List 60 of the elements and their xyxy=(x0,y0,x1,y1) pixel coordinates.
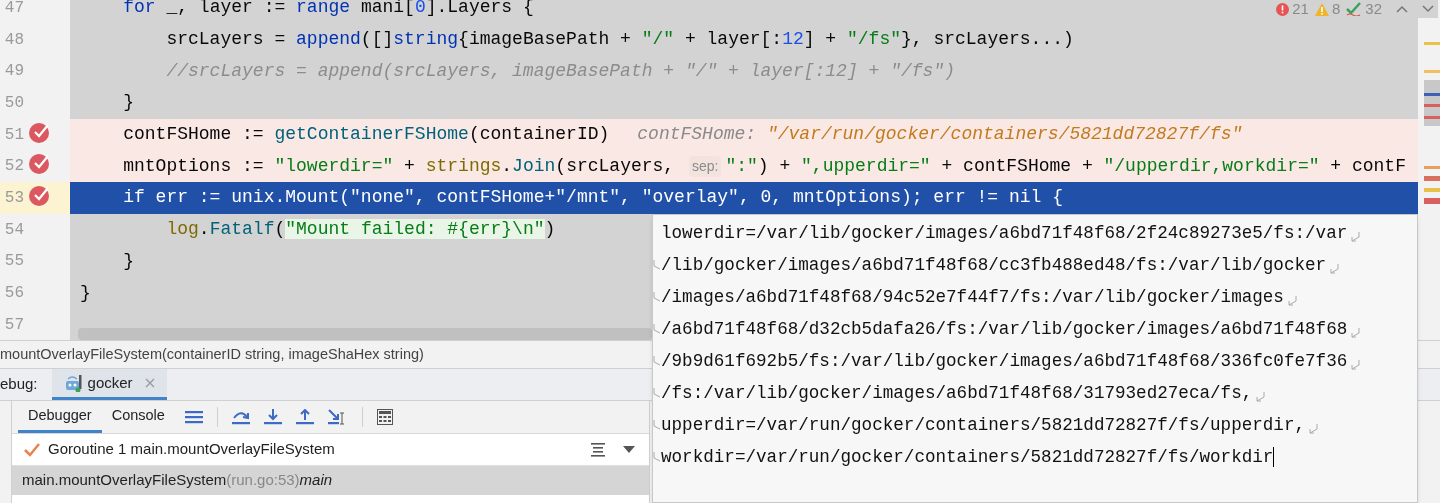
line-number: 57 xyxy=(3,314,24,336)
bug-icon xyxy=(63,374,82,392)
breakpoint-icon[interactable] xyxy=(29,120,51,143)
chevron-down-icon[interactable] xyxy=(1422,5,1434,13)
code-text: } xyxy=(122,91,134,115)
line-number: 47 xyxy=(3,0,24,19)
panel-tab[interactable]: Console xyxy=(101,401,175,433)
tool-window-label: ebug: xyxy=(0,374,39,395)
warning-icon xyxy=(1314,2,1329,16)
code-text: } xyxy=(80,281,91,305)
value-text: lowerdir=/var/lib/gocker/images/a6bd71f48f68/2f24c89273e5/fs:/var xyxy=(661,221,1348,245)
code-comment: //srcLayers = append(srcLayers, imageBasePath + "/" + layer[:12] + "/fs") xyxy=(165,59,955,83)
value-text: /a6bd71f48f68/d32cb5dafa26/fs:/var/lib/gocker/images/a6bd71f48f68 xyxy=(661,317,1348,341)
code-text: log.Fatalf("Mount failed: #{err}\n") xyxy=(165,218,556,242)
check-icon xyxy=(1346,2,1363,16)
step-out-icon[interactable] xyxy=(295,409,314,425)
line-number: 55 xyxy=(3,251,24,273)
code-text: contFSHome := getContainerFSHome(containerID) xyxy=(122,123,610,147)
breakpoint-icon[interactable] xyxy=(29,184,51,207)
code-text: ":") + ",upperdir=" + contFSHome + "/upperdir,workdir=" + contF xyxy=(725,154,1406,178)
line-number: 56 xyxy=(3,283,24,305)
code-text: srcLayers = append([]string{imageBasePath + "/" + layer[:12] + "/fs"}, srcLayers...) xyxy=(165,28,1074,52)
calculator-icon[interactable] xyxy=(376,409,393,425)
error-icon xyxy=(1276,2,1290,16)
line-number: 53 xyxy=(3,187,24,209)
line-number: 50 xyxy=(3,92,24,114)
goroutine-label: Goroutine 1 main.mountOverlayFileSystem xyxy=(48,439,336,460)
code-text: for _, layer := range mani[0].Layers { xyxy=(122,0,534,20)
caret-icon[interactable] xyxy=(623,446,635,453)
line-number: 52 xyxy=(3,156,24,178)
line-number: 54 xyxy=(3,219,24,241)
value-text: /images/a6bd71f48f68/94c52e7f44f7/fs:/var/lib/gocker/images xyxy=(661,285,1284,309)
value-text: /9b9d61f692b5/fs:/var/lib/gocker/images/a6bd71f48f68/336fc0fe7f36 xyxy=(661,349,1348,373)
warning-count: 8 xyxy=(1331,0,1341,19)
chevron-up-icon[interactable] xyxy=(1396,5,1408,13)
step-over-icon[interactable] xyxy=(231,409,250,425)
error-count: 21 xyxy=(1292,0,1309,19)
line-number: 51 xyxy=(3,124,24,146)
code-text: mntOptions := "lowerdir=" + strings.Join(srcLayers, xyxy=(122,154,676,178)
inlay-hint: contFSHome: "/var/run/gocker/containers/5821dd72827f/fs" xyxy=(637,123,1243,147)
line-number: 49 xyxy=(3,61,24,83)
step-into-icon[interactable] xyxy=(263,409,282,425)
stack-frame[interactable]: main.mountOverlayFileSystem(run.go:53)main xyxy=(12,466,649,495)
weak-warning-count: 32 xyxy=(1365,0,1382,19)
value-text: /fs:/var/lib/gocker/images/a6bd71f48f68/31793ed27eca/fs, xyxy=(661,381,1253,405)
inlay-hint: sep: xyxy=(688,155,722,177)
scrollbar[interactable] xyxy=(78,328,652,340)
value-text: upperdir=/var/run/gocker/containers/5821dd72827f/fs/upperdir, xyxy=(661,413,1306,437)
code-text: } xyxy=(122,249,134,273)
list-icon[interactable] xyxy=(184,410,203,424)
debug-session-tab[interactable]: gocker xyxy=(51,369,167,400)
line-number: 48 xyxy=(3,29,24,51)
text-cursor xyxy=(1273,447,1275,467)
value-text: workdir=/var/run/gocker/containers/5821dd72827f/fs/workdir xyxy=(661,445,1274,469)
code-text: if err := unix.Mount("none", contFSHome+"/mnt", "overlay", 0, mntOptions); err != nil { xyxy=(122,186,1063,210)
breakpoint-icon[interactable] xyxy=(29,152,51,175)
value-text: /lib/gocker/images/a6bd71f48f68/cc3fb488ed48/fs:/var/lib/gocker xyxy=(661,253,1327,277)
list-icon[interactable] xyxy=(591,442,605,457)
breadcrumb[interactable]: mountOverlayFileSystem(containerID string, imageShaHex string) xyxy=(0,343,424,366)
check-icon xyxy=(24,442,40,457)
